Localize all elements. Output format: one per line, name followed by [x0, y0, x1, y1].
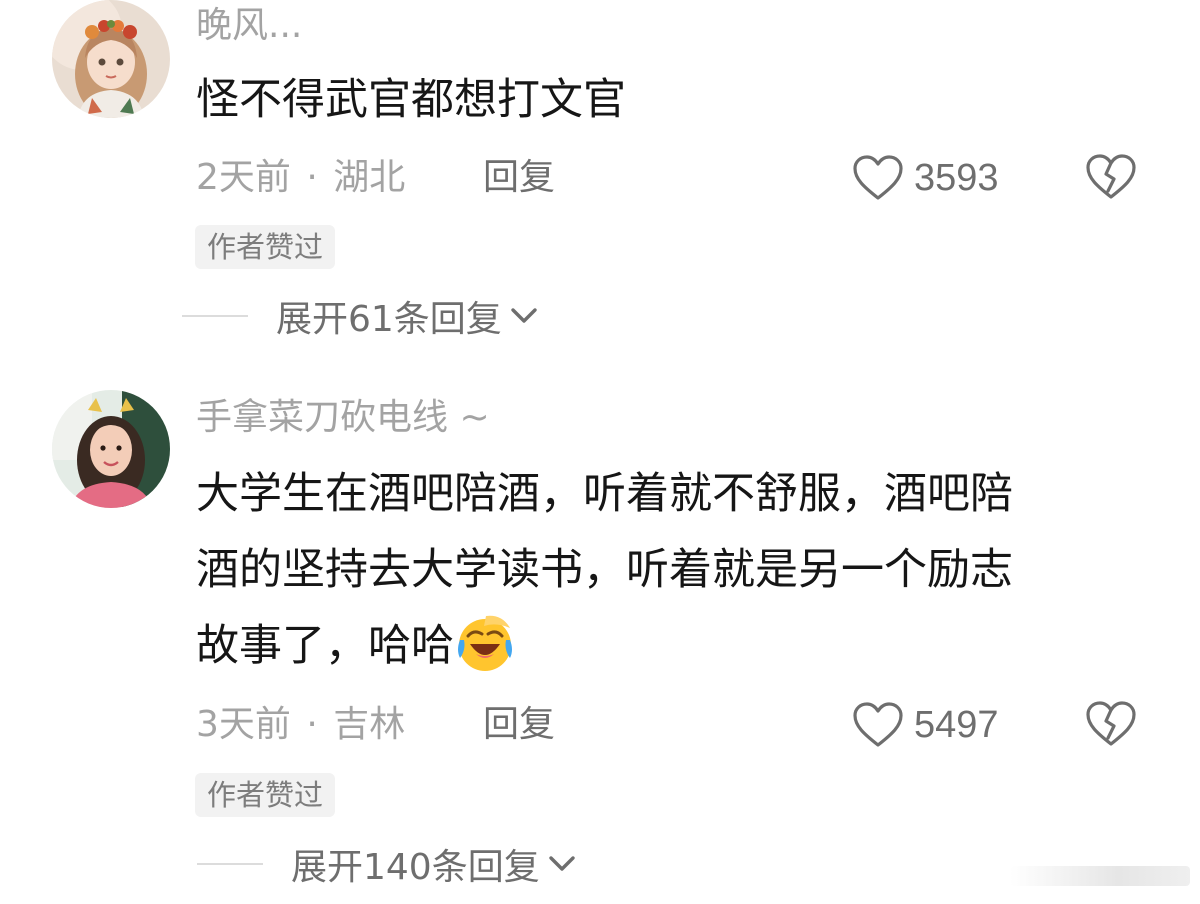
- author-liked-badge: 作者赞过: [195, 773, 336, 817]
- heart-outline-icon: [853, 702, 903, 747]
- like-button[interactable]: 5497: [852, 700, 999, 750]
- avatar-girl-cat-ears-icon: [52, 390, 170, 508]
- scroll-indicator: [1010, 866, 1190, 886]
- username[interactable]: 晚风...: [196, 8, 302, 44]
- reply-button[interactable]: 回复: [483, 160, 555, 196]
- user-avatar[interactable]: [52, 390, 170, 508]
- comment-text-line: 酒的坚持去大学读书，听着就是另一个励志: [196, 545, 1013, 595]
- expand-replies-label: 展开140条回复: [291, 847, 540, 888]
- like-button[interactable]: 3593: [852, 153, 999, 203]
- heart-outline-icon: [853, 155, 903, 200]
- reply-button[interactable]: 回复: [483, 707, 555, 743]
- meta-separator: ·: [306, 157, 318, 198]
- expand-divider-line: [182, 315, 248, 317]
- chevron-down-icon: [549, 856, 575, 871]
- meta-separator: ·: [306, 704, 318, 745]
- comment-time: 2天前: [196, 157, 291, 198]
- expand-replies-button[interactable]: 展开140条回复: [197, 838, 578, 890]
- comment-location: 吉林: [333, 704, 406, 745]
- dislike-button[interactable]: [1085, 700, 1137, 750]
- avatar-girl-flower-crown-icon: [52, 0, 170, 118]
- expand-replies-label: 展开61条回复: [276, 299, 502, 340]
- username[interactable]: 手拿菜刀砍电线 ~: [196, 400, 490, 436]
- comment-list: 晚风... 怪不得武官都想打文官 2天前 · 湖北 回复 3593 作者赞过 展…: [0, 0, 1200, 904]
- comment-text-line: 怪不得武官都想打文官: [196, 75, 626, 125]
- comment-time: 3天前: [196, 704, 291, 745]
- like-count: 5497: [914, 703, 999, 746]
- comment-location: 湖北: [333, 157, 406, 198]
- laughing-crying-emoji-icon: [458, 615, 512, 671]
- comment-text-line: 故事了，哈哈: [196, 621, 454, 671]
- comment-text: 大学生在酒吧陪酒，听着就不舒服，酒吧陪 酒的坚持去大学读书，听着就是另一个励志 …: [196, 456, 1136, 684]
- comment-meta: 3天前 · 吉林: [196, 707, 405, 743]
- user-avatar[interactable]: [52, 0, 170, 118]
- comment-text-line: 大学生在酒吧陪酒，听着就不舒服，酒吧陪: [196, 469, 1013, 519]
- like-count: 3593: [914, 156, 999, 199]
- comment-text: 怪不得武官都想打文官: [196, 62, 1136, 138]
- broken-heart-icon: [1086, 701, 1136, 746]
- comment-text-line-last: 故事了，哈哈: [196, 608, 1136, 684]
- comment-meta: 2天前 · 湖北: [196, 160, 405, 196]
- expand-replies-button[interactable]: 展开61条回复: [182, 290, 540, 342]
- broken-heart-icon: [1086, 154, 1136, 199]
- expand-divider-line: [197, 863, 263, 865]
- chevron-down-icon: [511, 308, 537, 323]
- author-liked-badge: 作者赞过: [195, 225, 336, 269]
- dislike-button[interactable]: [1085, 153, 1137, 203]
